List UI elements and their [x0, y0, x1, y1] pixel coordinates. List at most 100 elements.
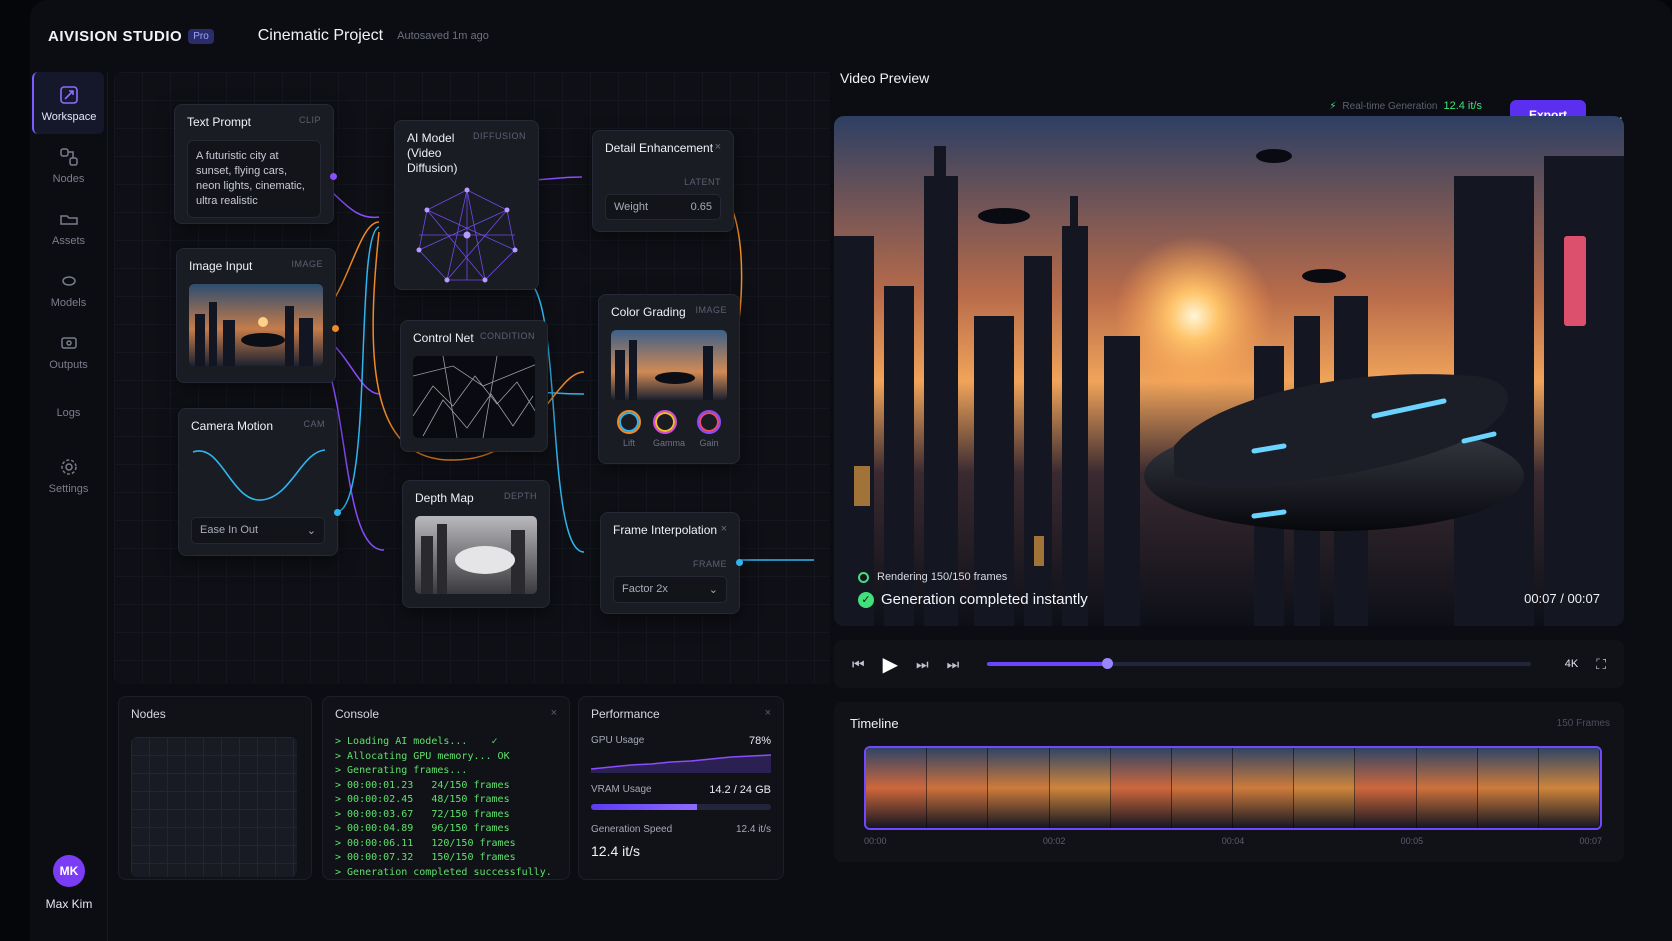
control-net-node[interactable]: Control Net CONDITION: [400, 320, 548, 452]
timeline-frame[interactable]: [1477, 748, 1539, 828]
step-forward-icon[interactable]: ⏭: [916, 656, 929, 673]
camera-motion-node[interactable]: Camera Motion CAM Ease In Out ⌄: [178, 408, 341, 556]
panel-title: Nodes: [131, 707, 166, 721]
project-title[interactable]: Cinematic Project: [258, 27, 383, 45]
image-input-node[interactable]: Image Input IMAGE: [176, 248, 339, 383]
timeline-ticks: 00:00 00:02 00:04 00:05 00:07: [864, 836, 1602, 846]
sidebar-item-label: Workspace: [41, 110, 97, 123]
console-line: > 00:00:03.67 72/150 frames: [335, 808, 510, 820]
timecode: 00:07 / 00:07: [1524, 591, 1600, 606]
prompt-textarea[interactable]: A futuristic city at sunset, flying cars…: [187, 140, 321, 218]
tick-label: 00:05: [1400, 836, 1424, 846]
text-prompt-node[interactable]: Text Prompt CLIP A futuristic city at sun…: [174, 104, 337, 224]
skip-end-icon[interactable]: ⏭: [947, 656, 960, 673]
user-profile[interactable]: MK Max Kim: [30, 855, 108, 911]
timeline-frame[interactable]: [1110, 748, 1172, 828]
console-line: > Generation completed successfully.: [335, 866, 552, 878]
node-tag: IMAGE: [695, 305, 727, 315]
depth-map-node[interactable]: Depth Map DEPTH: [402, 480, 550, 608]
lightning-icon: ⚡: [1329, 100, 1337, 112]
sidebar-item-nodes[interactable]: Nodes: [30, 134, 107, 196]
console-line: > Allocating GPU memory... OK: [335, 750, 510, 762]
sidebar-item-settings[interactable]: Settings: [30, 444, 107, 506]
console-panel: Console × > Loading AI models... ✓ > All…: [322, 696, 570, 880]
video-preview-pane: Video Preview ⚡ Real-time Generation 12.…: [830, 54, 1672, 941]
check-circle-icon: ✓: [858, 591, 874, 608]
close-icon[interactable]: ×: [551, 707, 557, 719]
frame-count: 150 Frames: [1556, 718, 1610, 729]
output-port[interactable]: [330, 173, 337, 180]
tick-label: 00:00: [864, 836, 887, 846]
sidebar-item-label: Settings: [48, 482, 89, 495]
pro-badge: Pro: [188, 28, 214, 44]
output-port[interactable]: [332, 325, 339, 332]
app-window: AIVISION STUDIO Pro Cinematic Project Au…: [30, 0, 1672, 941]
gpu-label: GPU Usage: [591, 735, 645, 746]
close-icon[interactable]: ×: [721, 523, 727, 535]
node-canvas[interactable]: Text Prompt CLIP A futuristic city at sun…: [114, 72, 866, 684]
timeline-frame[interactable]: [1049, 748, 1111, 828]
motion-curve[interactable]: [191, 442, 327, 506]
node-tag: CONDITION: [480, 331, 535, 341]
frame-interpolation-node[interactable]: Frame Interpolation × FRAME Factor 2x ⌄: [600, 512, 743, 614]
timeline-frame[interactable]: [1294, 748, 1356, 828]
gamma-wheel[interactable]: Gamma: [652, 410, 685, 448]
depth-image: [421, 524, 525, 594]
node-title: Frame Interpolation: [613, 523, 718, 537]
video-player[interactable]: Rendering 150/150 frames ✓ Generation com…: [834, 116, 1624, 626]
weight-slider[interactable]: Weight 0.65: [605, 194, 721, 220]
vram-value: 14.2 / 24 GB: [709, 784, 771, 796]
city-thumbnail: [615, 340, 713, 400]
output-port[interactable]: [736, 559, 743, 566]
scrubber-handle[interactable]: [1101, 658, 1113, 669]
sidebar-item-logs[interactable]: Logs: [30, 382, 107, 444]
console-line: > Generating frames...: [335, 765, 468, 776]
detail-enhancement-node[interactable]: Detail Enhancement × LATENT Weight 0.65: [592, 130, 734, 232]
lift-wheel[interactable]: Lift: [616, 410, 641, 448]
realtime-indicator: ⚡ Real-time Generation 12.4 it/s: [1329, 100, 1482, 112]
node-tag: FRAME: [693, 559, 727, 569]
factor-select[interactable]: Factor 2x ⌄: [613, 576, 727, 603]
generation-speed-value: 12.4 it/s: [591, 843, 641, 859]
sidebar-item-outputs[interactable]: Outputs: [30, 320, 107, 382]
minimap[interactable]: [131, 737, 297, 877]
fullscreen-icon[interactable]: ⛶: [1596, 656, 1606, 673]
console-line: > 00:00:01.23 24/150 frames: [335, 779, 510, 791]
sidebar-item-assets[interactable]: Assets: [30, 196, 107, 258]
timeline-frame[interactable]: [1416, 748, 1478, 828]
easing-select[interactable]: Ease In Out ⌄: [191, 517, 325, 544]
neural-network-icon: [416, 187, 518, 283]
timeline-frame[interactable]: [1171, 748, 1234, 828]
preview-title: Video Preview: [840, 70, 930, 86]
timeline-strip[interactable]: [864, 746, 1602, 830]
timeline-frame[interactable]: [1233, 748, 1295, 828]
depth-map-thumbnail: [415, 516, 537, 594]
skip-back-icon[interactable]: ⏮: [852, 656, 865, 673]
color-grading-node[interactable]: Color Grading IMAGE Lift Gamma Gain: [598, 294, 740, 464]
timeline-title: Timeline: [850, 716, 899, 731]
play-icon[interactable]: ▶: [883, 652, 898, 677]
gain-wheel[interactable]: Gain: [696, 410, 721, 448]
node-title: Color Grading: [611, 305, 686, 319]
tick-label: 00:04: [1221, 836, 1245, 846]
sidebar-item-workspace[interactable]: Workspace: [32, 72, 104, 134]
edge-map-thumbnail: [413, 356, 535, 438]
vram-label: VRAM Usage: [591, 784, 652, 795]
quality-badge[interactable]: 4K: [1565, 658, 1578, 670]
brand-logo: AIVISION STUDIO: [48, 27, 183, 45]
timeline-frame[interactable]: [927, 748, 989, 828]
playback-scrubber[interactable]: [987, 658, 1531, 669]
timeline-frame[interactable]: [1355, 748, 1417, 828]
output-port[interactable]: [334, 509, 341, 516]
speed-small: 12.4 it/s: [735, 824, 771, 835]
timeline-frame[interactable]: [866, 748, 928, 828]
close-icon[interactable]: ×: [715, 141, 721, 153]
close-icon[interactable]: ×: [765, 707, 771, 719]
avatar[interactable]: MK: [53, 855, 85, 887]
timeline-frame[interactable]: [1538, 748, 1600, 828]
ai-model-node[interactable]: AI Model (Video Diffusion) DIFFUSION: [394, 120, 539, 290]
sidebar-item-models[interactable]: Models: [30, 258, 107, 320]
timeline-frame[interactable]: [988, 748, 1050, 828]
node-tag: LATENT: [684, 177, 721, 187]
nodes-panel: Nodes: [118, 696, 312, 880]
